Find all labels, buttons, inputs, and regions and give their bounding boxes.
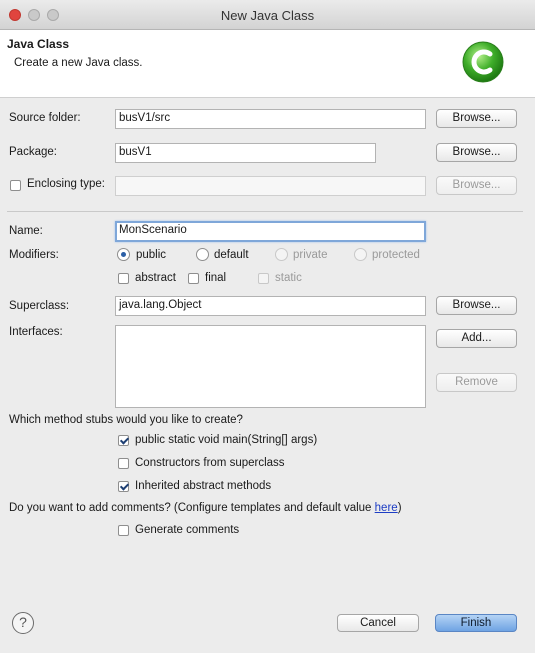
protected-radio[interactable] [354, 248, 367, 261]
public-radio-label: public [136, 249, 167, 261]
constructors-checkbox[interactable] [118, 458, 129, 469]
comments-question-close: ) [397, 502, 402, 514]
package-label: Package: [9, 146, 57, 158]
enclosing-type-checkbox[interactable] [10, 180, 21, 191]
interfaces-list[interactable] [115, 325, 426, 408]
wizard-title: Java Class [7, 37, 70, 51]
enclosing-type-field[interactable] [115, 176, 426, 196]
abstract-checkbox-label: abstract [135, 272, 176, 284]
private-radio-label: private [293, 249, 328, 261]
modifiers-label: Modifiers: [9, 249, 59, 261]
inherited-abstract-label: Inherited abstract methods [135, 480, 272, 492]
main-method-checkbox[interactable] [118, 435, 129, 446]
final-checkbox-label: final [205, 272, 227, 284]
enclosing-type-browse-button[interactable]: Browse... [436, 176, 517, 195]
wizard-description: Create a new Java class. [14, 57, 143, 69]
generate-comments-checkbox[interactable] [118, 525, 129, 536]
source-folder-browse-button[interactable]: Browse... [436, 109, 517, 128]
java-class-logo-icon [462, 41, 504, 83]
final-checkbox[interactable] [188, 273, 199, 284]
name-field[interactable]: MonScenario [115, 221, 426, 242]
default-radio-label: default [214, 249, 249, 261]
abstract-checkbox[interactable] [118, 273, 129, 284]
superclass-browse-button[interactable]: Browse... [436, 296, 517, 315]
method-stubs-question: Which method stubs would you like to cre… [9, 414, 243, 426]
add-interface-button[interactable]: Add... [436, 329, 517, 348]
source-folder-label: Source folder: [9, 112, 81, 124]
inherited-abstract-checkbox[interactable] [118, 481, 129, 492]
interfaces-label: Interfaces: [9, 326, 63, 338]
superclass-field[interactable]: java.lang.Object [115, 296, 426, 316]
private-radio[interactable] [275, 248, 288, 261]
package-browse-button[interactable]: Browse... [436, 143, 517, 162]
protected-radio-label: protected [372, 249, 420, 261]
configure-templates-link[interactable]: here [375, 502, 398, 514]
comments-question-text: Do you want to add comments? (Configure … [9, 502, 375, 514]
name-label: Name: [9, 225, 43, 237]
remove-interface-button[interactable]: Remove [436, 373, 517, 392]
public-radio[interactable] [117, 248, 130, 261]
section-divider [7, 211, 523, 212]
default-radio[interactable] [196, 248, 209, 261]
static-checkbox-label: static [275, 272, 302, 284]
main-method-label: public static void main(String[] args) [135, 434, 318, 446]
source-folder-field[interactable]: busV1/src [115, 109, 426, 129]
comments-question: Do you want to add comments? (Configure … [9, 502, 402, 514]
package-field[interactable]: busV1 [115, 143, 376, 163]
finish-button[interactable]: Finish [435, 614, 517, 632]
static-checkbox[interactable] [258, 273, 269, 284]
generate-comments-label: Generate comments [135, 524, 240, 536]
enclosing-type-label: Enclosing type: [27, 178, 105, 190]
superclass-label: Superclass: [9, 300, 70, 312]
constructors-label: Constructors from superclass [135, 457, 285, 469]
window-title: New Java Class [220, 8, 315, 23]
help-icon[interactable]: ? [12, 612, 34, 634]
cancel-button[interactable]: Cancel [337, 614, 419, 632]
